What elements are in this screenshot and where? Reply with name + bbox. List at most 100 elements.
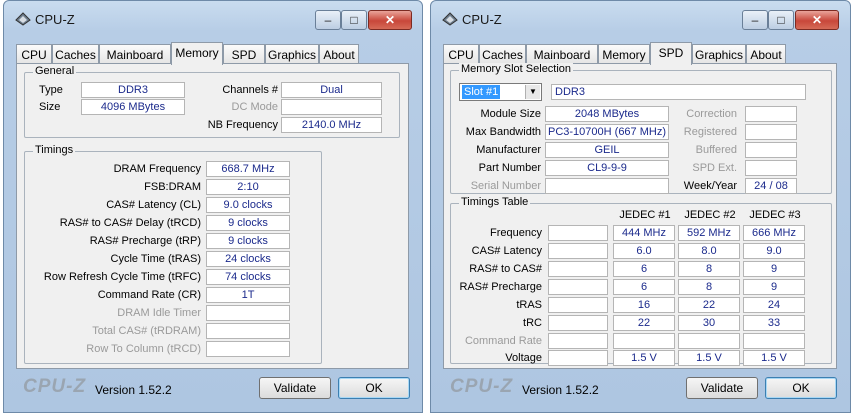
cpuz-logo: CPU-Z (23, 376, 87, 397)
table-cell: 9 (743, 279, 805, 295)
table-cell: 444 MHz (613, 225, 675, 241)
module-size-value: 2048 MBytes (545, 106, 669, 122)
table-cell (613, 333, 675, 349)
slot-group-title: Memory Slot Selection (459, 63, 574, 75)
timing-label: RAS# to CAS# Delay (tRCD) (59, 217, 201, 229)
spd-panel: Memory Slot Selection Slot #1 ▼ DDR3 Mod… (443, 63, 837, 369)
minimize-icon: – (751, 13, 759, 27)
ok-button[interactable]: OK (765, 377, 837, 399)
type-value: DDR3 (81, 82, 185, 98)
tab-mainboard[interactable]: Mainboard (99, 44, 171, 64)
timing-label: FSB:DRAM (144, 181, 201, 193)
timing-value: 668.7 MHz (206, 161, 290, 177)
table-cell-blank (548, 279, 608, 295)
dcmode-label: DC Mode (231, 101, 278, 113)
registered-value (745, 124, 797, 140)
tab-caches[interactable]: Caches (479, 44, 526, 64)
table-cell: 30 (678, 315, 740, 331)
table-cell-blank (548, 297, 608, 313)
minimize-button[interactable]: – (315, 10, 341, 30)
table-cell-blank (548, 315, 608, 331)
max-bandwidth-value: PC3-10700H (667 MHz) (545, 124, 669, 140)
table-row-label: Voltage (505, 352, 542, 364)
maximize-button[interactable]: □ (768, 10, 794, 30)
title-bar[interactable]: CPU-Z – □ ✕ (431, 1, 850, 35)
minimize-button[interactable]: – (742, 10, 768, 30)
tab-about[interactable]: About (746, 44, 786, 64)
tab-graphics[interactable]: Graphics (265, 44, 319, 64)
close-button[interactable]: ✕ (368, 10, 412, 30)
size-label: Size (39, 101, 61, 113)
maximize-icon: □ (777, 13, 785, 27)
column-header: JEDEC #1 (619, 209, 671, 221)
tab-caches[interactable]: Caches (52, 44, 99, 64)
table-row-label: CAS# Latency (471, 245, 542, 257)
table-cell: 592 MHz (678, 225, 740, 241)
memory-panel: General Type DDR3 Size 4096 MBytes Chann… (16, 63, 409, 369)
timing-label: Total CAS# (tRDRAM) (92, 325, 201, 337)
timing-label: Row Refresh Cycle Time (tRFC) (43, 271, 201, 283)
validate-button[interactable]: Validate (259, 377, 331, 399)
serial-number-label: Serial Number (470, 180, 541, 192)
validate-button[interactable]: Validate (686, 377, 758, 399)
tab-spd[interactable]: SPD (223, 44, 265, 64)
dcmode-value (281, 99, 382, 115)
version-label: Version 1.52.2 (95, 383, 172, 397)
type-label: Type (39, 84, 63, 96)
column-header: JEDEC #2 (684, 209, 736, 221)
timings-table-title: Timings Table (459, 196, 531, 208)
nb-frequency-value: 2140.0 MHz (281, 117, 382, 133)
timing-label: Cycle Time (tRAS) (110, 253, 201, 265)
tab-mainboard[interactable]: Mainboard (526, 44, 598, 64)
table-cell: 6 (613, 261, 675, 277)
tab-cpu[interactable]: CPU (443, 44, 479, 64)
spd-ext-label: SPD Ext. (692, 162, 737, 174)
timing-label: RAS# Precharge (tRP) (89, 235, 201, 247)
table-cell-blank (548, 333, 608, 349)
slot-type-value: DDR3 (551, 84, 806, 100)
slot-select[interactable]: Slot #1 ▼ (459, 83, 542, 101)
week-year-value: 24 / 08 (745, 178, 797, 194)
table-cell: 1.5 V (613, 350, 675, 366)
tab-graphics[interactable]: Graphics (692, 44, 746, 64)
tab-memory[interactable]: Memory (171, 42, 223, 65)
title-bar[interactable]: CPU-Z – □ ✕ (4, 1, 422, 35)
table-cell: 9.0 (743, 243, 805, 259)
timing-value: 1T (206, 287, 290, 303)
timing-label: Command Rate (CR) (97, 289, 201, 301)
cpuz-window-memory: CPU-Z – □ ✕ CPU Caches Mainboard Memory … (3, 0, 423, 413)
chevron-down-icon[interactable]: ▼ (525, 85, 540, 99)
timing-value: 24 clocks (206, 251, 290, 267)
tab-memory[interactable]: Memory (598, 44, 650, 64)
table-row-label: RAS# Precharge (459, 281, 542, 293)
timing-value (206, 323, 290, 339)
table-cell: 22 (613, 315, 675, 331)
manufacturer-value: GEIL (545, 142, 669, 158)
channels-value: Dual (281, 82, 382, 98)
table-row-label: Command Rate (464, 335, 542, 347)
timing-label: CAS# Latency (CL) (106, 199, 201, 211)
timings-group-title: Timings (33, 144, 76, 156)
timings-group: Timings DRAM Frequency 668.7 MHz FSB:DRA… (24, 144, 322, 364)
ok-button[interactable]: OK (338, 377, 410, 399)
part-number-label: Part Number (478, 162, 541, 174)
timing-label: Row To Column (tRCD) (86, 343, 201, 355)
module-size-label: Module Size (480, 108, 541, 120)
timing-value: 9.0 clocks (206, 197, 290, 213)
table-cell: 8.0 (678, 243, 740, 259)
close-icon: ✕ (811, 13, 823, 27)
table-cell-blank (548, 350, 608, 366)
tab-spd[interactable]: SPD (650, 42, 692, 65)
tab-about[interactable]: About (319, 44, 359, 64)
buffered-label: Buffered (695, 144, 737, 156)
cpuz-app-icon (15, 12, 31, 26)
manufacturer-label: Manufacturer (476, 144, 541, 156)
close-button[interactable]: ✕ (795, 10, 839, 30)
timing-value: 74 clocks (206, 269, 290, 285)
table-cell: 8 (678, 279, 740, 295)
tab-cpu[interactable]: CPU (16, 44, 52, 64)
cpuz-logo: CPU-Z (450, 376, 514, 397)
maximize-button[interactable]: □ (341, 10, 367, 30)
cpuz-window-spd: CPU-Z – □ ✕ CPU Caches Mainboard Memory … (430, 0, 851, 413)
table-cell: 666 MHz (743, 225, 805, 241)
